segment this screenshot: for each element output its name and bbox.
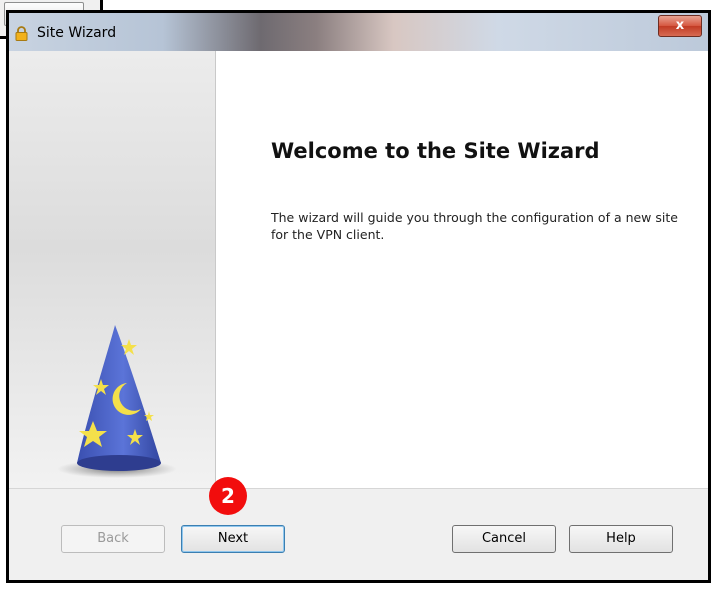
title-bar[interactable]: Site Wizard x	[9, 13, 708, 51]
wizard-hat-icon	[57, 325, 177, 478]
dialog-title: Site Wizard	[37, 25, 117, 41]
site-wizard-dialog: Site Wizard x Welcome to the Site Wizard…	[6, 10, 711, 583]
help-button[interactable]: Help	[569, 525, 673, 553]
back-button[interactable]: Back	[61, 525, 165, 553]
close-button[interactable]: x	[658, 15, 702, 37]
next-button[interactable]: Next	[181, 525, 285, 553]
wizard-content: Welcome to the Site Wizard The wizard wi…	[216, 51, 708, 488]
page-description: The wizard will guide you through the co…	[271, 210, 678, 242]
page-title: Welcome to the Site Wizard	[271, 139, 600, 163]
step-annotation-badge: 2	[209, 477, 247, 515]
close-icon: x	[675, 18, 685, 33]
cancel-button[interactable]: Cancel	[452, 525, 556, 553]
button-bar: Back Next Cancel Help	[9, 488, 708, 580]
wizard-sidebar	[9, 51, 216, 488]
dialog-client-area: Welcome to the Site Wizard The wizard wi…	[9, 51, 708, 580]
lock-icon	[15, 26, 28, 41]
